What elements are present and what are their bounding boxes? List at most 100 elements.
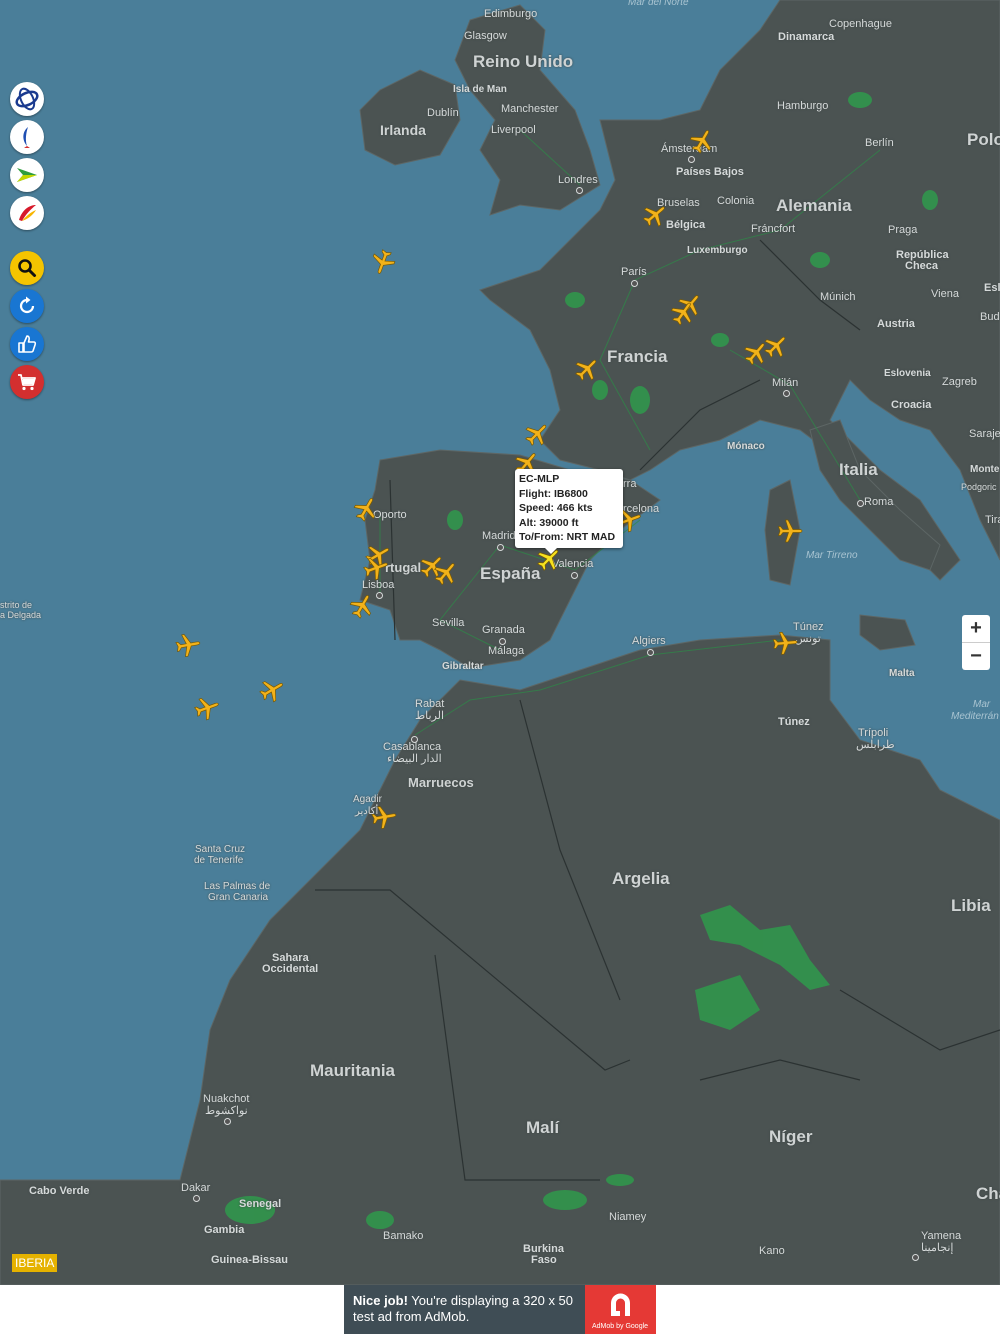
zoom-out-button[interactable]: − [962, 643, 990, 670]
airplane-icon [372, 249, 396, 274]
flight-marker[interactable] [669, 299, 697, 327]
city-label: Podgoric [961, 482, 997, 492]
country-label: Marruecos [408, 775, 474, 790]
city-label: Niamey [609, 1211, 647, 1223]
country-label: Gambia [204, 1224, 245, 1236]
country-label: Guinea-Bissau [211, 1254, 289, 1266]
shop-button[interactable] [10, 365, 44, 399]
thumbs-up-icon [18, 335, 37, 353]
city-label: Zagreb [942, 376, 977, 388]
admob-caption: AdMob by Google [592, 1323, 649, 1330]
city-label: a Delgada [0, 610, 42, 620]
country-label: Italia [839, 460, 878, 479]
city-dot [576, 187, 583, 194]
city-dot [912, 1254, 919, 1261]
country-label: Luxemburgo [687, 245, 748, 256]
refresh-button[interactable] [10, 289, 44, 323]
city-dot [497, 544, 504, 551]
country-label: Alemania [776, 196, 852, 215]
refresh-icon [19, 296, 35, 314]
flight-marker[interactable] [573, 355, 601, 383]
country-label: Senegal [239, 1198, 282, 1210]
sea-label: Mediterrán [951, 711, 999, 722]
flight-marker[interactable] [362, 554, 390, 582]
country-label: Polo [967, 130, 1000, 149]
flight-number-text: Flight: IB6800 [519, 487, 588, 500]
flight-marker[interactable] [193, 694, 221, 722]
country-label: Países Bajos [676, 166, 744, 178]
city-label: Las Palmas de [204, 881, 271, 892]
city-label: طرابلس [856, 739, 895, 751]
search-button[interactable] [10, 251, 44, 285]
flight-marker[interactable] [174, 631, 202, 659]
city-label: rra [623, 478, 637, 490]
airplane-icon [259, 681, 283, 703]
like-button[interactable] [10, 327, 44, 361]
airplane-icon [689, 130, 711, 154]
flight-marker[interactable] [348, 592, 376, 620]
flight-marker[interactable] [776, 517, 804, 545]
country-label: Argelia [612, 869, 670, 888]
city-label: Londres [558, 174, 598, 186]
air-nostrum-button[interactable] [10, 120, 44, 154]
city-label: Berlín [865, 137, 894, 149]
speed-text: Speed: 466 kts [519, 502, 593, 515]
ad-message: Nice job! You're displaying a 320 x 50 t… [353, 1293, 585, 1325]
search-icon [18, 259, 36, 277]
city-label: Nuakchot [203, 1093, 250, 1105]
flight-marker[interactable] [771, 629, 799, 657]
city-label: Gran Canaria [208, 892, 269, 903]
flight-marker[interactable] [370, 803, 398, 831]
air-europa-express-button[interactable] [10, 158, 44, 192]
city-dot [631, 280, 638, 287]
flight-marker[interactable] [352, 495, 380, 523]
city-label: الرباط [415, 710, 445, 722]
air-europa-button[interactable] [10, 82, 44, 116]
country-label: Cha [976, 1184, 1000, 1203]
airline-arrow-logo-icon [17, 168, 37, 182]
flight-marker[interactable] [688, 127, 716, 155]
airplane-icon [575, 359, 597, 381]
country-label: Francia [607, 347, 668, 366]
city-label: Dublín [427, 107, 459, 119]
city-label: Fráncfort [751, 223, 796, 235]
airplane-icon [764, 336, 786, 358]
city-label: Tira [985, 514, 1000, 526]
country-label: Checa [905, 260, 939, 272]
city-label: Múnich [820, 291, 856, 303]
city-label: Bud [980, 311, 1000, 323]
iberia-button[interactable] [10, 196, 44, 230]
flight-marker[interactable] [762, 332, 790, 360]
airplane-icon [371, 806, 397, 830]
airplane-icon [642, 206, 665, 227]
airplane-icon [194, 697, 219, 721]
country-label: Dinamarca [778, 31, 835, 43]
city-dot [411, 736, 418, 743]
city-label: Casablanca [383, 741, 442, 753]
flight-marker[interactable] [432, 559, 460, 587]
route-text: To/From: NRT MAD [519, 531, 616, 544]
country-label: Níger [769, 1127, 813, 1146]
country-label: Malí [526, 1118, 560, 1137]
flight-marker[interactable] [523, 420, 551, 448]
city-label: Gibraltar [442, 661, 484, 672]
flight-marker[interactable] [641, 201, 669, 229]
flight-info-popup[interactable]: EC-MLP Flight: IB6800 Speed: 466 kts Alt… [515, 469, 623, 554]
airplane-icon [363, 557, 388, 581]
country-label: Malta [889, 668, 915, 679]
ad-banner-container: Nice job! You're displaying a 320 x 50 t… [0, 1285, 1000, 1334]
city-label: Yamena [921, 1230, 962, 1242]
flight-marker[interactable] [369, 248, 397, 276]
air-nostrum-logo-icon [23, 127, 30, 148]
zoom-in-button[interactable]: + [962, 615, 990, 643]
city-label: Rabat [415, 698, 445, 710]
flight-marker[interactable] [258, 676, 286, 704]
country-label: Túnez [778, 716, 810, 728]
city-label: Roma [864, 496, 894, 508]
city-label: Santa Cruz [195, 844, 246, 855]
airplane-icon [349, 595, 371, 619]
flight-map[interactable]: Edimburgo Glasgow Reino Unido Isla de Ma… [0, 0, 1000, 1285]
country-label: Eslovenia [884, 368, 931, 379]
test-ad-banner[interactable]: Nice job! You're displaying a 320 x 50 t… [344, 1285, 656, 1334]
city-label: Liverpool [491, 124, 536, 136]
